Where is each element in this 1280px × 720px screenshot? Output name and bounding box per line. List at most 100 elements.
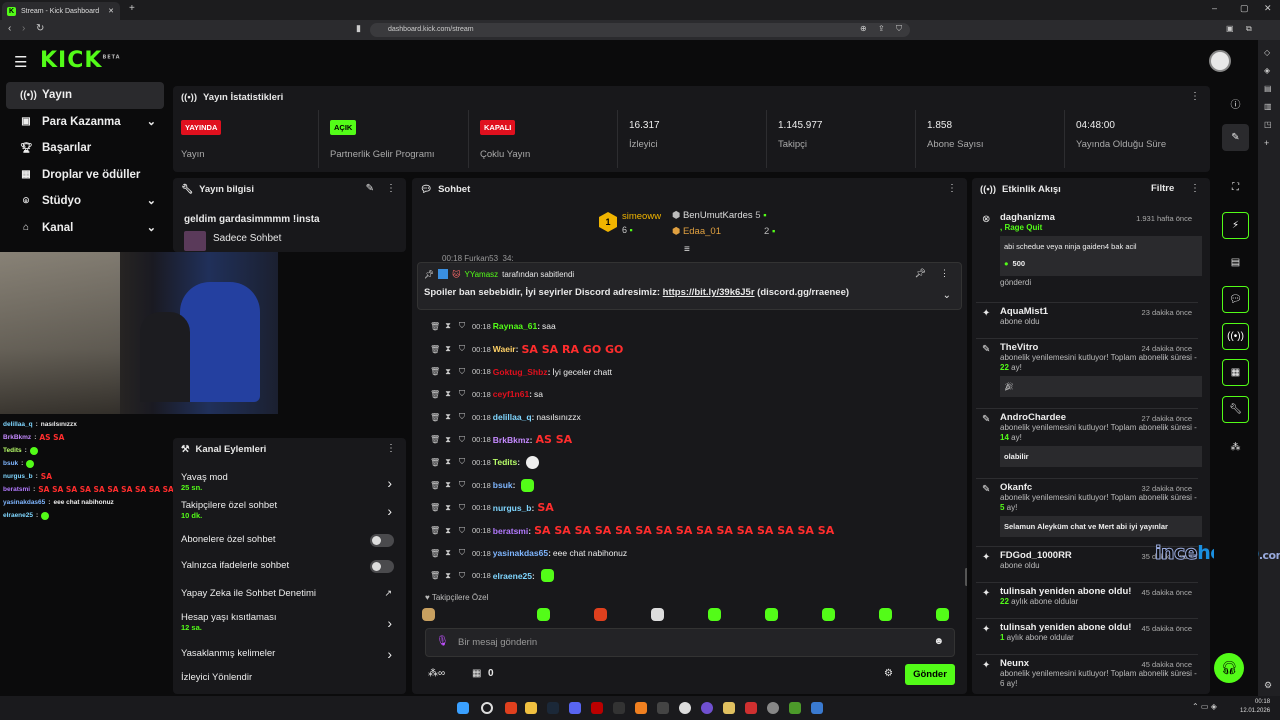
browser-tab[interactable]: K Stream - Kick Dashboard ✕ [2, 2, 120, 20]
sidebar-tool-icon[interactable]: ▥ [1264, 102, 1272, 111]
delete-icon[interactable]: 🗑︎ [430, 322, 440, 331]
shield-icon[interactable]: ⛉ [458, 503, 466, 513]
chat-username[interactable]: elraene25: [493, 571, 535, 581]
chat-username[interactable]: bsuk: [493, 480, 516, 490]
delete-icon[interactable]: 🗑︎ [430, 458, 440, 467]
shield-icon[interactable]: ⛉ [458, 389, 466, 399]
channel-action-item[interactable]: Hesap yaşı kısıtlaması 12 sa. › [181, 612, 398, 632]
chat-input[interactable]: 🎙︎ Bir mesaj gönderin ☻ [425, 628, 955, 657]
extensions-icon[interactable]: ⧉ [1246, 24, 1252, 34]
minecraft-icon[interactable] [789, 702, 801, 714]
channel-action-item[interactable]: Abonelere özel sohbet [181, 534, 398, 547]
delete-icon[interactable]: 🗑︎ [430, 526, 440, 535]
chat-username[interactable]: delillaa_q: [493, 412, 535, 422]
forward-icon[interactable]: › [22, 23, 25, 34]
timeout-icon[interactable]: ⧗ [444, 571, 452, 581]
sidebar-item-2[interactable]: ▣ Para Kazanma ⌄ [6, 109, 164, 136]
sidebar-tool-icon[interactable]: ◳ [1264, 120, 1272, 129]
emote-icon[interactable] [822, 608, 835, 621]
activity-item[interactable]: ✎ AndroChardee 27 dakika önce abonelik yeni… [972, 408, 1202, 467]
app-icon[interactable] [591, 702, 603, 714]
app-icon[interactable] [635, 702, 647, 714]
timeout-icon[interactable]: ⧗ [444, 412, 452, 422]
kebab-menu-icon[interactable]: ⋮ [947, 183, 957, 194]
store-icon[interactable]: ▦ [472, 668, 481, 679]
avatar[interactable] [1209, 50, 1231, 72]
pulse-icon[interactable]: ⁂∞ [428, 668, 445, 679]
app-icon[interactable] [679, 702, 691, 714]
toggle-switch[interactable] [370, 534, 394, 547]
kebab-menu-icon[interactable]: ⋮ [386, 183, 396, 194]
timeout-icon[interactable]: ⧗ [444, 321, 452, 331]
emote-icon[interactable] [537, 608, 550, 621]
shield-icon[interactable]: ⛉ [458, 526, 466, 536]
activity-item[interactable]: ✦ tulinsah yeniden abone oldu! 45 dakika ö… [972, 618, 1202, 643]
url-input[interactable]: dashboard.kick.com/stream [370, 23, 910, 37]
chat-username[interactable]: Waeir: [493, 344, 519, 354]
brave-icon[interactable] [505, 702, 517, 714]
add-icon[interactable]: + [1264, 138, 1269, 148]
emote-icon[interactable] [422, 608, 435, 621]
delete-icon[interactable]: 🗑︎ [430, 435, 440, 444]
chat-username[interactable]: yasinakdas65: [493, 548, 551, 558]
bookmark-icon[interactable]: ▮ [356, 23, 361, 34]
close-window-icon[interactable]: ✕ [1264, 3, 1272, 14]
channel-action-item[interactable]: Takipçilere özel sohbet 10 dk. › [181, 500, 398, 520]
stream-preview-video[interactable] [0, 252, 278, 414]
delete-icon[interactable]: 🗑︎ [430, 481, 440, 490]
info-icon[interactable]: ⓘ [1222, 90, 1249, 117]
chevron-right-icon[interactable]: › [387, 475, 392, 491]
chat-username[interactable]: Raynaa_61: [493, 321, 540, 331]
shield-icon[interactable]: ⛉ [458, 367, 466, 377]
minimize-icon[interactable]: – [1212, 3, 1217, 13]
leader-name[interactable]: simeoww [622, 211, 661, 222]
sidebar-item-6[interactable]: ⌂ Kanal ⌄ [6, 215, 164, 242]
timeout-icon[interactable]: ⧗ [444, 503, 452, 513]
shield-icon[interactable]: ⛉ [458, 571, 466, 581]
timeout-icon[interactable]: ⧗ [444, 367, 452, 377]
edit-icon[interactable]: ✎ [366, 183, 374, 194]
external-link-icon[interactable]: ↗ [384, 588, 392, 599]
search-icon[interactable] [481, 702, 493, 714]
activity-item[interactable]: ✦ AquaMist1 23 dakika önce abone oldu [972, 302, 1202, 327]
activity-item[interactable]: ⊗ daghanizma 1.931 hafta önce, Rage Quit ab… [972, 212, 1202, 288]
emote-icon[interactable] [765, 608, 778, 621]
shield-icon[interactable]: ⛉ [458, 344, 466, 354]
crop-icon[interactable]: ⛶ [1222, 174, 1249, 201]
sidebar-item-3[interactable]: 🏆︎ Başarılar [6, 135, 164, 162]
screenshot-icon[interactable]: ▣ [1226, 24, 1234, 33]
new-tab-icon[interactable]: + [129, 3, 135, 14]
system-clock[interactable]: 00:18 12.01.2026 [1240, 698, 1270, 716]
kick-logo[interactable]: KICKBETA [40, 48, 121, 73]
app-icon[interactable] [613, 702, 625, 714]
discord-icon[interactable] [569, 702, 581, 714]
timeout-icon[interactable]: ⧗ [444, 457, 452, 467]
delete-icon[interactable]: 🗑︎ [430, 549, 440, 558]
delete-icon[interactable]: 🗑︎ [430, 390, 440, 399]
wrench-icon[interactable]: 🔧︎ [1222, 396, 1249, 423]
delete-icon[interactable]: 🗑︎ [430, 503, 440, 512]
activity-item[interactable]: ✎ Okanfc 32 dakika önce abonelik yenilemesi… [972, 478, 1202, 537]
sidebar-tool-icon[interactable]: ◇ [1264, 48, 1270, 57]
settings-icon[interactable]: ⚙ [884, 668, 893, 679]
sidebar-tool-icon[interactable]: ▤ [1264, 84, 1272, 93]
channel-action-item[interactable]: Yalnızca ifadelerle sohbet [181, 560, 398, 573]
steam-icon[interactable] [547, 702, 559, 714]
send-button[interactable]: Gönder [905, 664, 955, 685]
toggle-switch[interactable] [370, 560, 394, 573]
emote-icon[interactable] [708, 608, 721, 621]
delete-icon[interactable]: 🗑︎ [430, 345, 440, 354]
sidebar-item-5[interactable]: ⌾ Stüdyo ⌄ [6, 188, 164, 215]
kebab-menu-icon[interactable]: ⋮ [940, 268, 949, 279]
document-icon[interactable]: ▤ [1222, 249, 1249, 276]
chevron-down-icon[interactable]: ⌄ [943, 290, 951, 301]
shield-icon[interactable]: ⛉ [458, 435, 466, 445]
chevron-right-icon[interactable]: › [387, 646, 392, 662]
share-icon[interactable]: ⇪ [878, 24, 885, 33]
chat-username[interactable]: Goktug_Shbz: [493, 367, 551, 377]
kebab-menu-icon[interactable]: ⋮ [386, 443, 396, 454]
maximize-icon[interactable]: ▢ [1240, 3, 1249, 14]
pinned-by-user[interactable]: YYamasz [465, 270, 499, 279]
kebab-menu-icon[interactable]: ⋮ [1190, 91, 1200, 102]
sidebar-tool-icon[interactable]: ◈ [1264, 66, 1270, 75]
